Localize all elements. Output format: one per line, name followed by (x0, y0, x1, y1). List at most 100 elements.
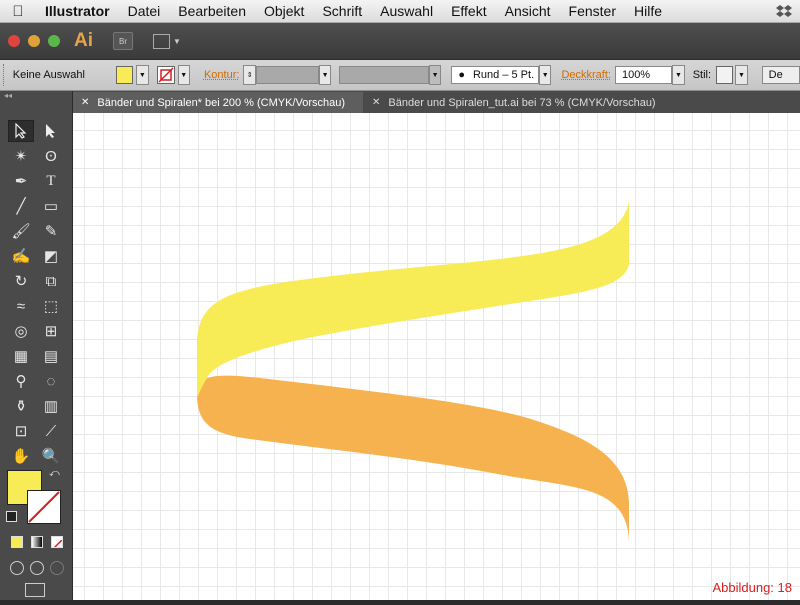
brush-dot-icon: ● (458, 69, 465, 81)
pencil-tool-icon[interactable]: ✎ (38, 220, 64, 242)
color-mode-button[interactable] (11, 536, 23, 548)
screen-mode-icon[interactable] (25, 583, 45, 597)
shape-builder-tool-icon[interactable]: ◎ (8, 320, 34, 342)
rectangle-tool-icon[interactable]: ▭ (38, 195, 64, 217)
menu-objekt[interactable]: Objekt (255, 3, 313, 19)
gradient-tool-icon[interactable]: ▤ (38, 345, 64, 367)
fill-dropdown[interactable]: ▼ (136, 65, 149, 85)
variable-width-field[interactable] (339, 66, 429, 84)
ribbon-back-band[interactable] (197, 375, 629, 541)
artboard-canvas[interactable]: Abbildung: 18 (73, 113, 800, 600)
tools-panel: ◂◂ ✴ ʘ ✒ T ╱ ▭ 🖌 ✎ ✍ ◩ ↻ ⧉ ≈ ⬚ ◎ ⊞ ▦ ▤ ⚲… (0, 91, 73, 600)
menu-bar:  Illustrator Datei Bearbeiten Objekt Sc… (0, 0, 800, 23)
eyedropper-tool-icon[interactable]: ⚲ (8, 370, 34, 392)
blend-tool-icon[interactable]: ◌ (38, 370, 64, 392)
stroke-label[interactable]: Kontur: (204, 69, 239, 81)
tab-label: Bänder und Spiralen_tut.ai bei 73 % (CMY… (388, 96, 656, 109)
stroke-dropdown[interactable]: ▼ (177, 65, 190, 85)
stroke-color-box[interactable] (27, 490, 61, 524)
symbol-sprayer-tool-icon[interactable]: ⚱ (8, 395, 34, 417)
brush-field[interactable]: ● Rund – 5 Pt. (451, 66, 539, 84)
width-tool-icon[interactable]: ≈ (8, 295, 34, 317)
draw-inside-icon[interactable] (50, 561, 64, 575)
mesh-tool-icon[interactable]: ▦ (8, 345, 34, 367)
selection-tool-icon[interactable] (8, 120, 34, 142)
slice-tool-icon[interactable]: ⟋ (38, 420, 64, 442)
none-icon (53, 539, 62, 547)
control-bar: Keine Auswahl ▼ ▼ Kontur: ⇕ ▼ ▼ ● Rund –… (0, 60, 800, 91)
bridge-button[interactable]: Br (113, 32, 133, 50)
panel-grip[interactable] (3, 64, 9, 86)
chevron-down-icon: ▼ (173, 36, 181, 46)
scale-tool-icon[interactable]: ⧉ (38, 270, 64, 292)
zoom-window-button[interactable] (48, 35, 60, 47)
ribbon-front-band[interactable] (197, 201, 629, 398)
opacity-dropdown[interactable]: ▼ (672, 65, 685, 85)
menu-hilfe[interactable]: Hilfe (625, 3, 671, 19)
no-stroke-icon (28, 491, 60, 523)
style-swatch[interactable] (716, 66, 734, 84)
direct-selection-tool-icon[interactable] (38, 120, 64, 142)
apple-menu-icon[interactable]:  (0, 3, 36, 20)
rotate-tool-icon[interactable]: ↻ (8, 270, 34, 292)
selection-status: Keine Auswahl (12, 69, 85, 81)
menu-bearbeiten[interactable]: Bearbeiten (169, 3, 255, 19)
arrange-documents-icon (153, 33, 170, 49)
stroke-weight-field[interactable] (255, 66, 319, 84)
default-fill-stroke-icon[interactable] (6, 511, 17, 522)
illustrator-logo: Ai (74, 30, 93, 51)
brush-dropdown[interactable]: ▼ (539, 65, 552, 85)
close-tab-icon[interactable]: ✕ (81, 97, 89, 108)
swap-fill-stroke-icon[interactable]: ⤺ (49, 468, 60, 479)
blob-brush-tool-icon[interactable]: ✍ (8, 245, 34, 267)
ribbon-artwork[interactable] (73, 113, 800, 600)
stroke-swatch[interactable] (156, 66, 175, 84)
tab-baender-und-spiralen[interactable]: ✕ Bänder und Spiralen* bei 200 % (CMYK/V… (73, 92, 363, 113)
style-dropdown[interactable]: ▼ (735, 65, 748, 85)
opacity-field[interactable]: 100% (614, 66, 673, 84)
column-graph-tool-icon[interactable]: ▥ (38, 395, 64, 417)
close-window-button[interactable] (8, 35, 20, 47)
minimize-window-button[interactable] (28, 35, 40, 47)
draw-normal-icon[interactable] (10, 561, 24, 575)
tab-baender-und-spiralen-tut[interactable]: ✕ Bänder und Spiralen_tut.ai bei 73 % (C… (364, 92, 674, 113)
application-bar: Ai Br ▼ (0, 23, 800, 59)
opacity-label[interactable]: Deckkraft: (561, 69, 611, 81)
close-tab-icon[interactable]: ✕ (372, 97, 380, 108)
none-mode-button[interactable] (51, 536, 63, 548)
zoom-tool-icon[interactable]: 🔍 (38, 445, 64, 467)
no-stroke-icon (157, 67, 174, 83)
menu-ansicht[interactable]: Ansicht (496, 3, 560, 19)
menu-schrift[interactable]: Schrift (313, 3, 371, 19)
arrange-documents-button[interactable]: ▼ (153, 33, 181, 49)
collapse-panel-icon[interactable]: ◂◂ (0, 91, 72, 101)
figure-caption: Abbildung: 18 (712, 580, 792, 595)
perspective-grid-tool-icon[interactable]: ⊞ (38, 320, 64, 342)
magic-wand-tool-icon[interactable]: ✴ (8, 145, 34, 167)
lasso-tool-icon[interactable]: ʘ (38, 145, 64, 167)
tab-label: Bänder und Spiralen* bei 200 % (CMYK/Vor… (97, 96, 346, 109)
gradient-mode-button[interactable] (31, 536, 43, 548)
fill-swatch[interactable] (115, 66, 134, 84)
menu-datei[interactable]: Datei (119, 3, 170, 19)
draw-behind-icon[interactable] (30, 561, 44, 575)
free-transform-tool-icon[interactable]: ⬚ (38, 295, 64, 317)
dropbox-icon[interactable] (776, 3, 792, 19)
line-tool-icon[interactable]: ╱ (8, 195, 34, 217)
brush-label: Rund – 5 Pt. (472, 69, 535, 81)
menu-effekt[interactable]: Effekt (442, 3, 496, 19)
stroke-weight-stepper[interactable]: ⇕ (243, 65, 256, 85)
hand-tool-icon[interactable]: ✋ (8, 445, 34, 467)
menu-fenster[interactable]: Fenster (560, 3, 625, 19)
menu-illustrator[interactable]: Illustrator (36, 3, 119, 19)
document-setup-button[interactable]: De (761, 66, 800, 84)
eraser-tool-icon[interactable]: ◩ (38, 245, 64, 267)
type-tool-icon[interactable]: T (38, 170, 64, 192)
artboard-tool-icon[interactable]: ⊡ (8, 420, 34, 442)
stroke-weight-dropdown[interactable]: ▼ (318, 65, 332, 85)
style-label: Stil: (692, 69, 712, 81)
variable-width-dropdown[interactable]: ▼ (428, 65, 442, 85)
pen-tool-icon[interactable]: ✒ (8, 170, 34, 192)
paintbrush-tool-icon[interactable]: 🖌 (8, 220, 34, 242)
menu-auswahl[interactable]: Auswahl (371, 3, 442, 19)
